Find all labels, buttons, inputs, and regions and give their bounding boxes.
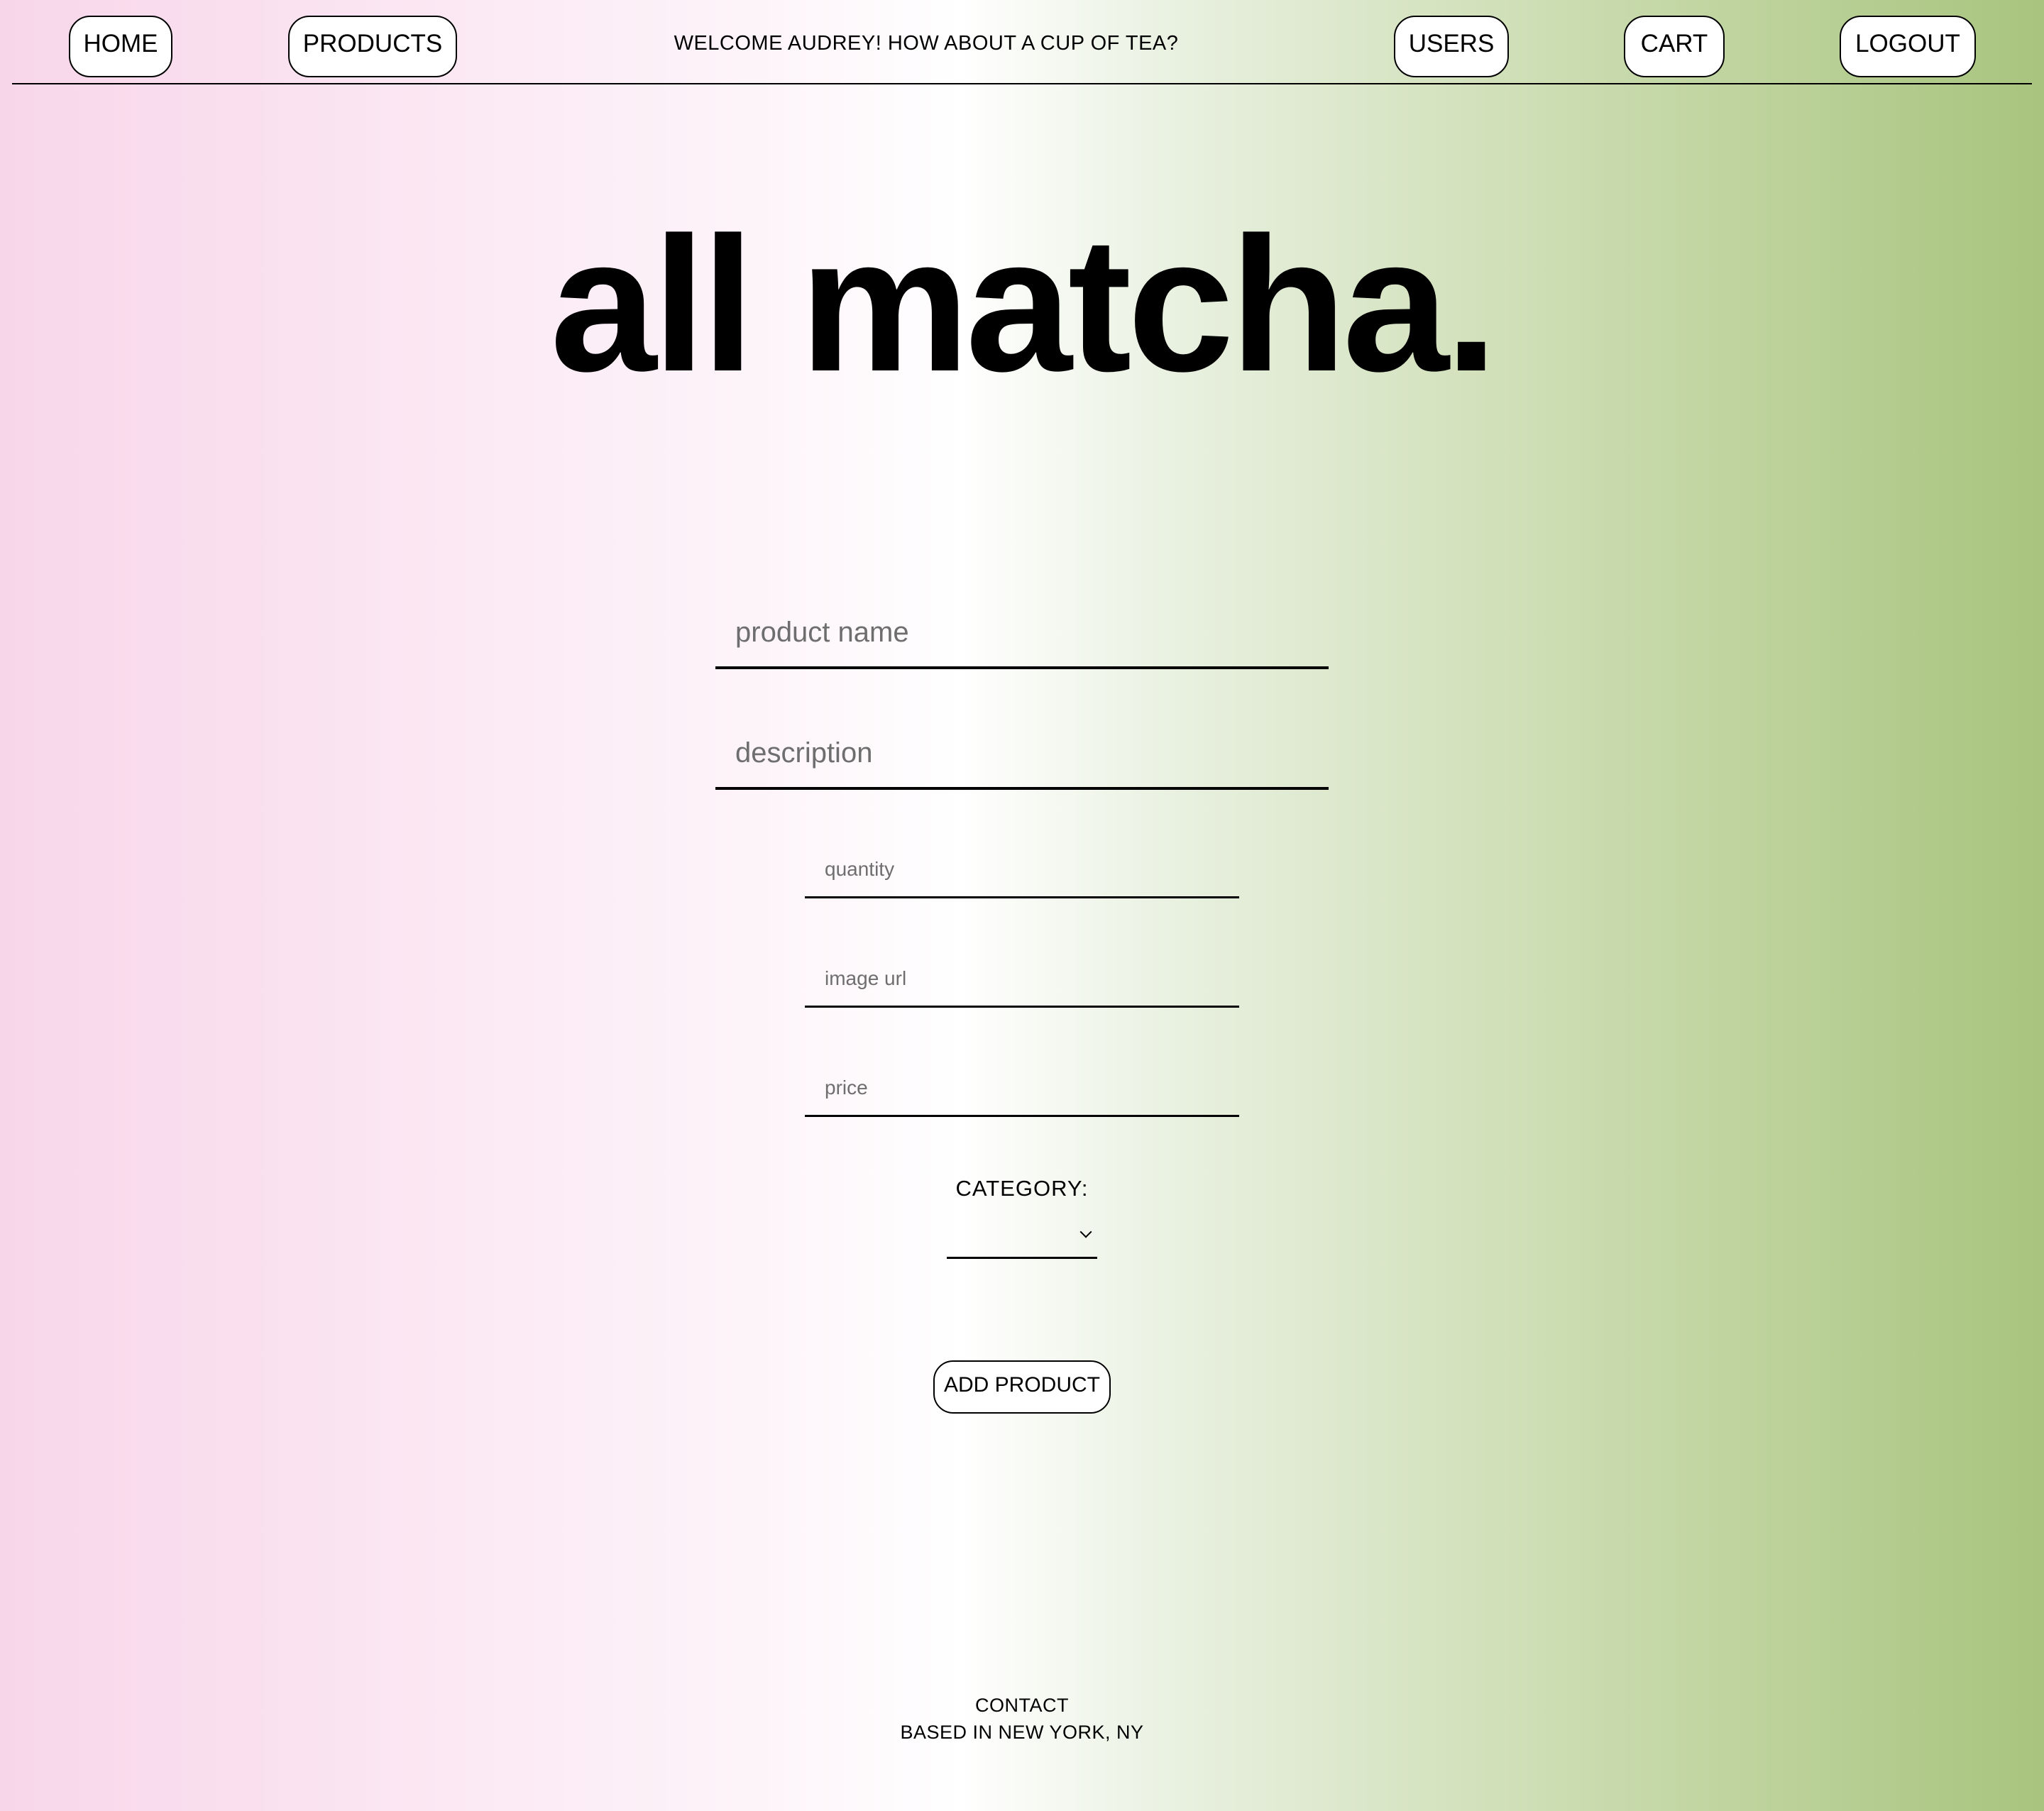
category-label: CATEGORY: [955,1176,1089,1201]
nav-divider [12,83,2032,84]
description-input[interactable] [715,719,1329,790]
category-select[interactable] [947,1222,1097,1259]
welcome-message: WELCOME AUDREY! HOW ABOUT A CUP OF TEA? [674,32,1179,55]
add-product-button[interactable]: ADD PRODUCT [933,1360,1111,1414]
image-url-input[interactable] [805,951,1239,1008]
footer-location: BASED IN NEW YORK, NY [900,1722,1144,1743]
quantity-input[interactable] [805,842,1239,898]
chevron-down-icon [1079,1226,1092,1238]
nav-home-button[interactable]: HOME [69,16,172,77]
nav-users-button[interactable]: USERS [1394,16,1509,77]
top-navigation: HOME PRODUCTS WELCOME AUDREY! HOW ABOUT … [0,0,2044,85]
footer-contact-link[interactable]: CONTACT [0,1695,2044,1717]
brand-logo: all matcha. [550,198,1498,412]
nav-cart-button[interactable]: CART [1624,16,1725,77]
nav-logout-button[interactable]: LOGOUT [1840,16,1976,77]
price-input[interactable] [805,1060,1239,1117]
nav-products-button[interactable]: PRODUCTS [288,16,457,77]
product-name-input[interactable] [715,598,1329,669]
